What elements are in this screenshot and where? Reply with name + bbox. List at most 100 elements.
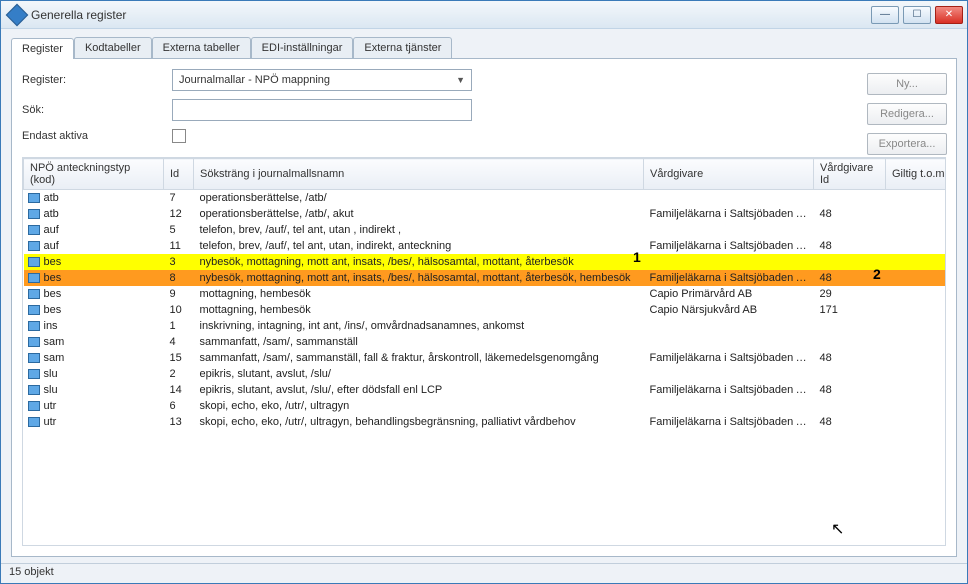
row-icon bbox=[28, 417, 40, 427]
cell-kod: bes bbox=[44, 272, 62, 284]
maximize-button[interactable]: ☐ bbox=[903, 6, 931, 24]
cell-sokstrang: sammanfatt, /sam/, sammanställ bbox=[194, 334, 644, 350]
tab-kodtabeller[interactable]: Kodtabeller bbox=[74, 37, 152, 58]
cell-vardgivare bbox=[644, 190, 814, 207]
row-icon bbox=[28, 369, 40, 379]
cell-kod: bes bbox=[44, 288, 62, 300]
table-row[interactable]: bes9mottagning, hembesökCapio Primärvård… bbox=[24, 286, 947, 302]
register-combo-value: Journalmallar - NPÖ mappning bbox=[179, 74, 330, 86]
cell-vardgivare-id bbox=[814, 318, 886, 334]
table-row[interactable]: atb12operationsberättelse, /atb/, akutFa… bbox=[24, 206, 947, 222]
col-kod[interactable]: NPÖ anteckningstyp (kod) bbox=[24, 159, 164, 190]
cell-vardgivare bbox=[644, 398, 814, 414]
row-icon bbox=[28, 353, 40, 363]
table-row[interactable]: slu 14epikris, slutant, avslut, /slu/, ef… bbox=[24, 382, 947, 398]
only-active-label: Endast aktiva bbox=[22, 130, 172, 142]
export-button[interactable]: Exportera... bbox=[867, 133, 947, 155]
table-row[interactable]: auf11telefon, brev, /auf/, tel ant, utan… bbox=[24, 238, 947, 254]
cell-giltig bbox=[886, 238, 947, 254]
table-row[interactable]: ins1inskrivning, intagning, int ant, /in… bbox=[24, 318, 947, 334]
search-input[interactable] bbox=[172, 99, 472, 121]
cell-giltig bbox=[886, 366, 947, 382]
cell-id: 8 bbox=[164, 270, 194, 286]
table-row[interactable]: atb7operationsberättelse, /atb/ bbox=[24, 190, 947, 207]
cell-giltig bbox=[886, 350, 947, 366]
row-icon bbox=[28, 289, 40, 299]
cell-giltig bbox=[886, 206, 947, 222]
tab-register[interactable]: Register bbox=[11, 38, 74, 59]
close-button[interactable]: ✕ bbox=[935, 6, 963, 24]
chevron-down-icon: ▼ bbox=[456, 75, 465, 85]
cell-sokstrang: skopi, echo, eko, /utr/, ultragyn bbox=[194, 398, 644, 414]
cell-id: 7 bbox=[164, 190, 194, 207]
col-sokstrang[interactable]: Söksträng i journalmallsnamn bbox=[194, 159, 644, 190]
data-grid[interactable]: NPÖ anteckningstyp (kod) Id Söksträng i … bbox=[22, 157, 946, 546]
table-row[interactable]: bes10mottagning, hembesökCapio Närsjukvå… bbox=[24, 302, 947, 318]
cell-vardgivare-id: 48 bbox=[814, 414, 886, 430]
tab-edi[interactable]: EDI-inställningar bbox=[251, 37, 354, 58]
cell-sokstrang: sammanfatt, /sam/, sammanställ, fall & f… bbox=[194, 350, 644, 366]
cell-kod: atb bbox=[44, 208, 59, 220]
table-row[interactable]: utr6skopi, echo, eko, /utr/, ultragyn bbox=[24, 398, 947, 414]
cell-giltig bbox=[886, 222, 947, 238]
window-title: Generella register bbox=[31, 8, 871, 22]
cell-giltig bbox=[886, 286, 947, 302]
cell-vardgivare-id bbox=[814, 334, 886, 350]
row-icon bbox=[28, 305, 40, 315]
cell-vardgivare bbox=[644, 222, 814, 238]
cell-vardgivare-id: 48 bbox=[814, 382, 886, 398]
tabstrip: Register Kodtabeller Externa tabeller ED… bbox=[1, 29, 967, 58]
col-giltig[interactable]: Giltig t.o.m. bbox=[886, 159, 947, 190]
only-active-checkbox[interactable] bbox=[172, 129, 186, 143]
cell-id: 4 bbox=[164, 334, 194, 350]
cell-vardgivare-id: 48 bbox=[814, 238, 886, 254]
table-row[interactable]: slu2epikris, slutant, avslut, /slu/ bbox=[24, 366, 947, 382]
tab-externa-tjanster[interactable]: Externa tjänster bbox=[353, 37, 452, 58]
register-combo[interactable]: Journalmallar - NPÖ mappning ▼ bbox=[172, 69, 472, 91]
row-icon bbox=[28, 257, 40, 267]
cell-kod: utr bbox=[44, 416, 57, 428]
cell-sokstrang: epikris, slutant, avslut, /slu/, efter d… bbox=[194, 382, 644, 398]
table-row[interactable]: auf5telefon, brev, /auf/, tel ant, utan … bbox=[24, 222, 947, 238]
cell-id: 14 bbox=[164, 382, 194, 398]
cell-id: 2 bbox=[164, 366, 194, 382]
col-id[interactable]: Id bbox=[164, 159, 194, 190]
table-row[interactable]: utr13skopi, echo, eko, /utr/, ultragyn, … bbox=[24, 414, 947, 430]
minimize-button[interactable]: — bbox=[871, 6, 899, 24]
col-vardgivare-id[interactable]: Vårdgivare Id bbox=[814, 159, 886, 190]
cell-id: 10 bbox=[164, 302, 194, 318]
new-button[interactable]: Ny... bbox=[867, 73, 947, 95]
cell-id: 13 bbox=[164, 414, 194, 430]
table-row[interactable]: sam15sammanfatt, /sam/, sammanställ, fal… bbox=[24, 350, 947, 366]
register-label: Register: bbox=[22, 74, 172, 86]
cell-vardgivare: Capio Primärvård AB bbox=[644, 286, 814, 302]
col-vardgivare[interactable]: Vårdgivare bbox=[644, 159, 814, 190]
status-text: 15 objekt bbox=[9, 566, 54, 578]
cell-id: 5 bbox=[164, 222, 194, 238]
cell-vardgivare bbox=[644, 318, 814, 334]
cell-kod: utr bbox=[44, 400, 57, 412]
cell-sokstrang: inskrivning, intagning, int ant, /ins/, … bbox=[194, 318, 644, 334]
cell-vardgivare: Familjeläkarna i Saltsjöbaden AB bbox=[644, 382, 814, 398]
cell-vardgivare: Familjeläkarna i Saltsjöbaden AB bbox=[644, 270, 814, 286]
edit-button[interactable]: Redigera... bbox=[867, 103, 947, 125]
statusbar: 15 objekt bbox=[1, 563, 967, 583]
search-label: Sök: bbox=[22, 104, 172, 116]
cell-giltig bbox=[886, 382, 947, 398]
table-row[interactable]: sam4sammanfatt, /sam/, sammanställ bbox=[24, 334, 947, 350]
cell-kod: slu bbox=[44, 384, 58, 396]
row-icon bbox=[28, 401, 40, 411]
table-row[interactable]: bes3nybesök, mottagning, mott ant, insat… bbox=[24, 254, 947, 270]
row-icon bbox=[28, 225, 40, 235]
cell-giltig bbox=[886, 254, 947, 270]
app-icon bbox=[6, 3, 29, 26]
tab-externa-tabeller[interactable]: Externa tabeller bbox=[152, 37, 251, 58]
cell-sokstrang: operationsberättelse, /atb/, akut bbox=[194, 206, 644, 222]
table-row[interactable]: bes8nybesök, mottagning, mott ant, insat… bbox=[24, 270, 947, 286]
cell-giltig bbox=[886, 334, 947, 350]
row-icon bbox=[28, 321, 40, 331]
cell-giltig bbox=[886, 190, 947, 207]
cell-id: 1 bbox=[164, 318, 194, 334]
cell-vardgivare-id: 48 bbox=[814, 206, 886, 222]
cell-sokstrang: mottagning, hembesök bbox=[194, 286, 644, 302]
